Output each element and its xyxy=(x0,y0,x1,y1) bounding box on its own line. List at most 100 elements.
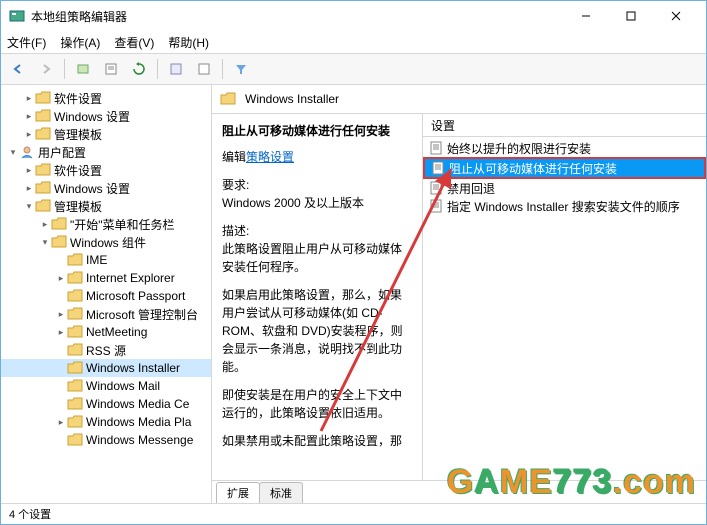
tree-label: Windows Messenge xyxy=(86,433,193,447)
tree-item[interactable]: ▸ Windows 设置 xyxy=(1,179,211,197)
list-pane: 设置 始终以提升的权限进行安装阻止从可移动媒体进行任何安装禁用回退指定 Wind… xyxy=(423,114,706,480)
tree-item[interactable]: Windows Media Ce xyxy=(1,395,211,413)
window: 本地组策略编辑器 文件(F)操作(A)查看(V)帮助(H) ▸软件设置▸Wind… xyxy=(0,0,707,525)
menu-item[interactable]: 操作(A) xyxy=(60,34,100,51)
req-label: 要求: xyxy=(222,176,412,194)
twisty-icon[interactable]: ▾ xyxy=(23,201,35,212)
list-item[interactable]: 阻止从可移动媒体进行任何安装 xyxy=(423,157,706,179)
tree-item[interactable]: ▸ 软件设置 xyxy=(1,161,211,179)
tabs: 扩展标准 xyxy=(212,480,706,503)
maximize-button[interactable] xyxy=(608,1,653,31)
twisty-icon[interactable]: ▸ xyxy=(23,111,35,122)
req-text: Windows 2000 及以上版本 xyxy=(222,194,412,212)
content: ▸软件设置▸Windows 设置▸管理模板▾用户配置▸软件设置▸Windows … xyxy=(1,85,706,503)
tree-label: 软件设置 xyxy=(54,162,102,179)
tree-item[interactable]: ▾ 管理模板 xyxy=(1,197,211,215)
desc-p2: 如果启用此策略设置，那么，如果用户尝试从可移动媒体(如 CD-ROM、软盘和 D… xyxy=(222,286,412,376)
twisty-icon[interactable]: ▾ xyxy=(7,147,19,158)
tree-label: RSS 源 xyxy=(86,342,126,359)
tree-label: Windows 设置 xyxy=(54,180,130,197)
tree-item[interactable]: IME xyxy=(1,251,211,269)
twisty-icon[interactable]: ▸ xyxy=(23,183,35,194)
folder-icon xyxy=(220,92,236,106)
filter-button[interactable] xyxy=(228,56,254,82)
list-item-label: 指定 Windows Installer 搜索安装文件的顺序 xyxy=(447,198,680,215)
desc-p4: 如果禁用或未配置此策略设置，那 xyxy=(222,432,412,450)
list-body[interactable]: 始终以提升的权限进行安装阻止从可移动媒体进行任何安装禁用回退指定 Windows… xyxy=(423,137,706,480)
tree-item[interactable]: ▸ 管理模板 xyxy=(1,125,211,143)
tree-item[interactable]: ▸ "开始"菜单和任务栏 xyxy=(1,215,211,233)
tree-label: Windows Installer xyxy=(86,361,180,375)
menu-item[interactable]: 查看(V) xyxy=(114,34,154,51)
tree-label: Microsoft 管理控制台 xyxy=(86,306,198,323)
toolbar-btn-3[interactable] xyxy=(163,56,189,82)
menu-item[interactable]: 帮助(H) xyxy=(168,34,209,51)
edit-policy-link[interactable]: 策略设置 xyxy=(246,150,294,164)
tree-label: Windows 组件 xyxy=(70,234,146,251)
tree-item[interactable]: ▸ NetMeeting xyxy=(1,323,211,341)
twisty-icon[interactable]: ▸ xyxy=(55,417,67,428)
tree-label: 管理模板 xyxy=(54,198,102,215)
tree-label: 用户配置 xyxy=(38,144,86,161)
twisty-icon[interactable]: ▸ xyxy=(55,273,67,284)
tree-label: Microsoft Passport xyxy=(86,289,185,303)
status-text: 4 个设置 xyxy=(9,506,51,522)
tree-item[interactable]: ▾ 用户配置 xyxy=(1,143,211,161)
tree-item[interactable]: ▾ Windows 组件 xyxy=(1,233,211,251)
twisty-icon[interactable]: ▸ xyxy=(39,219,51,230)
twisty-icon[interactable]: ▸ xyxy=(55,327,67,338)
titlebar: 本地组策略编辑器 xyxy=(1,1,706,31)
tree-item[interactable]: ▸ Microsoft 管理控制台 xyxy=(1,305,211,323)
tree-item[interactable]: ▸ Windows 设置 xyxy=(1,107,211,125)
right-header-title: Windows Installer xyxy=(245,92,339,106)
refresh-button[interactable] xyxy=(126,56,152,82)
policy-title: 阻止从可移动媒体进行任何安装 xyxy=(222,122,412,140)
right-pane: Windows Installer 阻止从可移动媒体进行任何安装 编辑策略设置 … xyxy=(212,85,706,503)
tree-item[interactable]: RSS 源 xyxy=(1,341,211,359)
tree-item[interactable]: ▸Windows Media Pla xyxy=(1,413,211,431)
list-item[interactable]: 始终以提升的权限进行安装 xyxy=(423,139,706,157)
twisty-icon[interactable]: ▸ xyxy=(23,129,35,140)
list-item-label: 阻止从可移动媒体进行任何安装 xyxy=(449,160,617,177)
minimize-button[interactable] xyxy=(563,1,608,31)
list-item-label: 始终以提升的权限进行安装 xyxy=(447,140,591,157)
toolbar-btn-1[interactable] xyxy=(70,56,96,82)
desc-label: 描述: xyxy=(222,222,412,240)
menu-item[interactable]: 文件(F) xyxy=(7,34,46,51)
twisty-icon[interactable]: ▸ xyxy=(55,309,67,320)
tree-label: Internet Explorer xyxy=(86,271,175,285)
tab[interactable]: 扩展 xyxy=(216,482,260,503)
list-item-label: 禁用回退 xyxy=(447,180,495,197)
toolbar xyxy=(1,54,706,85)
window-title: 本地组策略编辑器 xyxy=(31,8,563,25)
tree-label: NetMeeting xyxy=(86,325,147,339)
twisty-icon[interactable]: ▾ xyxy=(39,237,51,248)
list-item[interactable]: 指定 Windows Installer 搜索安装文件的顺序 xyxy=(423,197,706,215)
app-icon xyxy=(9,8,25,24)
statusbar: 4 个设置 xyxy=(1,503,706,524)
edit-label: 编辑 xyxy=(222,150,246,164)
tab[interactable]: 标准 xyxy=(259,482,303,503)
tree-label: "开始"菜单和任务栏 xyxy=(70,216,175,233)
tree-item[interactable]: ▸ Internet Explorer xyxy=(1,269,211,287)
tree-label: Windows 设置 xyxy=(54,108,130,125)
tree-pane[interactable]: ▸软件设置▸Windows 设置▸管理模板▾用户配置▸软件设置▸Windows … xyxy=(1,85,212,503)
tree-item[interactable]: Windows Installer xyxy=(1,359,211,377)
close-button[interactable] xyxy=(653,1,698,31)
tree-item[interactable]: ▸软件设置 xyxy=(1,89,211,107)
tree-item[interactable]: Microsoft Passport xyxy=(1,287,211,305)
twisty-icon[interactable]: ▸ xyxy=(23,93,35,104)
forward-button[interactable] xyxy=(33,56,59,82)
tree-label: IME xyxy=(86,253,107,267)
back-button[interactable] xyxy=(5,56,31,82)
tree-label: 管理模板 xyxy=(54,126,102,143)
tree-item[interactable]: Windows Messenge xyxy=(1,431,211,449)
toolbar-btn-2[interactable] xyxy=(98,56,124,82)
twisty-icon[interactable]: ▸ xyxy=(23,165,35,176)
description-pane: 阻止从可移动媒体进行任何安装 编辑策略设置 要求: Windows 2000 及… xyxy=(212,114,423,480)
menubar: 文件(F) 操作(A) 查看(V) 帮助(H) xyxy=(1,31,706,54)
list-item[interactable]: 禁用回退 xyxy=(423,179,706,197)
tree-item[interactable]: Windows Mail xyxy=(1,377,211,395)
list-header[interactable]: 设置 xyxy=(423,114,706,137)
toolbar-btn-4[interactable] xyxy=(191,56,217,82)
